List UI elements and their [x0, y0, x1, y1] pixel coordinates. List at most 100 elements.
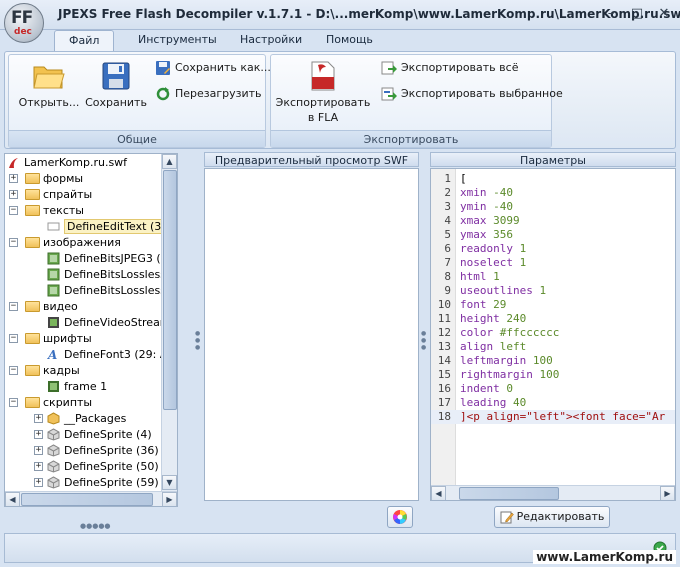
tree-item[interactable]: − видео	[9, 299, 78, 315]
edit-button[interactable]: Редактировать	[494, 506, 610, 528]
export-selected-button[interactable]: Экспортировать выбранное	[381, 85, 563, 103]
tab-file[interactable]: Файл	[54, 30, 115, 52]
app-logo[interactable]: FF dec	[4, 3, 44, 43]
splitter-grip[interactable]: ●●●●●	[80, 523, 114, 530]
code-line[interactable]: html 1	[460, 270, 500, 284]
tree-item[interactable]: + формы	[9, 171, 83, 187]
code-value: left	[499, 340, 527, 353]
tab-settings[interactable]: Настройки	[226, 30, 316, 52]
tree-item[interactable]: DefineVideoStream (39	[47, 315, 177, 331]
code-line[interactable]: xmax 3099	[460, 214, 520, 228]
line-number: 15	[437, 368, 451, 381]
code-line[interactable]: ymin -40	[460, 200, 513, 214]
code-line[interactable]: rightmargin 100	[460, 368, 559, 382]
tag-tree[interactable]: LamerKomp.ru.swf + формы + спрайты − тексты De…	[4, 153, 178, 507]
tree-item[interactable]: DefineBitsLossless2 (9	[47, 267, 177, 283]
font-icon: A	[47, 348, 64, 361]
code-line[interactable]: ]<p align="left"><font face="Ar	[460, 410, 665, 424]
scroll-up-arrow-icon[interactable]: ▲	[162, 154, 177, 169]
open-button[interactable]: Открыть...	[13, 61, 85, 110]
tree-item[interactable]: DefineEditText (30)	[47, 219, 176, 235]
params-hscroll-thumb[interactable]	[459, 487, 559, 500]
folder-icon	[25, 332, 40, 344]
expand-icon[interactable]: +	[9, 190, 18, 199]
tree-item[interactable]: − скрипты	[9, 395, 92, 411]
tree-item[interactable]: A DefineFont3 (29: Arial)	[47, 347, 177, 363]
edittext-icon	[47, 220, 64, 233]
scroll-right-arrow-icon[interactable]: ▶	[162, 492, 177, 506]
line-number: 3	[444, 200, 451, 213]
code-line[interactable]: ymax 356	[460, 228, 513, 242]
collapse-icon[interactable]: −	[9, 302, 18, 311]
tree-item[interactable]: + DefineSprite (59)	[34, 475, 159, 491]
tree-item[interactable]: + DefineSprite (50)	[34, 459, 159, 475]
code-line[interactable]: indent 0	[460, 382, 513, 396]
save-as-button[interactable]: Сохранить как...	[155, 59, 271, 77]
splitter-right-grip[interactable]: ● ● ●	[421, 330, 426, 351]
tree-item[interactable]: + спрайты	[9, 187, 92, 203]
tree-hscroll-thumb[interactable]	[21, 493, 153, 506]
tree-scroll-thumb[interactable]	[163, 170, 177, 410]
tree-item[interactable]: + DefineSprite (36)	[34, 443, 159, 459]
collapse-icon[interactable]: −	[9, 238, 18, 247]
collapse-icon[interactable]: −	[9, 366, 18, 375]
tree-item[interactable]: − изображения	[9, 235, 121, 251]
code-key: font	[460, 298, 487, 311]
tree-item[interactable]: + DefineSprite (4)	[34, 427, 152, 443]
tree-item[interactable]: − шрифты	[9, 331, 92, 347]
scroll-left-arrow-icon[interactable]: ◀	[5, 492, 20, 506]
code-line[interactable]: leftmargin 100	[460, 354, 553, 368]
tree-item-label: DefineEditText (30)	[64, 219, 176, 234]
collapse-icon[interactable]: −	[9, 334, 18, 343]
code-line[interactable]: [	[460, 172, 467, 186]
tree-hscrollbar[interactable]: ◀ ▶	[5, 491, 177, 506]
tree-vscrollbar[interactable]: ▲ ▼	[161, 154, 177, 491]
export-all-button[interactable]: Экспортировать всё	[381, 59, 518, 77]
code-key: html	[460, 270, 487, 283]
folder-icon	[25, 188, 40, 200]
expand-icon[interactable]: +	[34, 462, 43, 471]
code-line[interactable]: noselect 1	[460, 256, 526, 270]
export-fla-button[interactable]: Экспортировать в FLA	[275, 61, 371, 125]
tree-item[interactable]: DefineBitsLossless2 (9	[47, 283, 177, 299]
tree-root[interactable]: LamerKomp.ru.swf	[7, 155, 127, 171]
maximize-button[interactable]: □	[628, 6, 646, 22]
tree-item[interactable]: + __Packages	[34, 411, 126, 427]
expand-icon[interactable]: +	[34, 446, 43, 455]
code-line[interactable]: leading 40	[460, 396, 526, 410]
tree-item[interactable]: frame 1	[47, 379, 107, 395]
expand-icon[interactable]: +	[34, 430, 43, 439]
code-line[interactable]: align left	[460, 340, 526, 354]
edit-pencil-icon	[500, 511, 514, 524]
minimize-button[interactable]: –	[602, 6, 620, 22]
code-line[interactable]: color #ffcccccc	[460, 326, 559, 340]
code-line[interactable]: font 29	[460, 298, 506, 312]
params-scroll-left-icon[interactable]: ◀	[431, 486, 446, 500]
window-title: JPEXS Free Flash Decompiler v.1.7.1 - D:…	[58, 7, 680, 21]
params-editor[interactable]: 1 [2 xmin -40 3 ymin -40 4 xmax 3099 5 ymax 356 6…	[430, 168, 676, 501]
params-hscrollbar[interactable]: ◀ ▶	[431, 485, 675, 500]
tree-item[interactable]: − кадры	[9, 363, 80, 379]
code-line[interactable]: readonly 1	[460, 242, 526, 256]
splitter-left-grip[interactable]: ● ● ●	[195, 330, 200, 351]
expand-icon[interactable]: +	[34, 414, 43, 423]
close-button[interactable]: ✕	[655, 6, 673, 22]
tab-help[interactable]: Помощь	[312, 30, 387, 52]
reload-button[interactable]: Перезагрузить	[155, 85, 262, 103]
collapse-icon[interactable]: −	[9, 398, 18, 407]
code-line[interactable]: height 240	[460, 312, 526, 326]
collapse-icon[interactable]: −	[9, 206, 18, 215]
tab-tools[interactable]: Инструменты	[124, 30, 231, 52]
scroll-down-arrow-icon[interactable]: ▼	[162, 475, 177, 490]
code-line[interactable]: useoutlines 1	[460, 284, 546, 298]
save-button[interactable]: Сохранить	[85, 61, 147, 110]
expand-icon[interactable]: +	[34, 478, 43, 487]
tree-item[interactable]: DefineBitsJPEG3 (23)	[47, 251, 177, 267]
tree-item[interactable]: − тексты	[9, 203, 84, 219]
swf-preview-area[interactable]	[204, 168, 419, 501]
code-line[interactable]: xmin -40	[460, 186, 513, 200]
params-scroll-right-icon[interactable]: ▶	[660, 486, 675, 500]
code-value: -40	[493, 186, 513, 199]
expand-icon[interactable]: +	[9, 174, 18, 183]
color-picker-button[interactable]	[387, 506, 413, 528]
